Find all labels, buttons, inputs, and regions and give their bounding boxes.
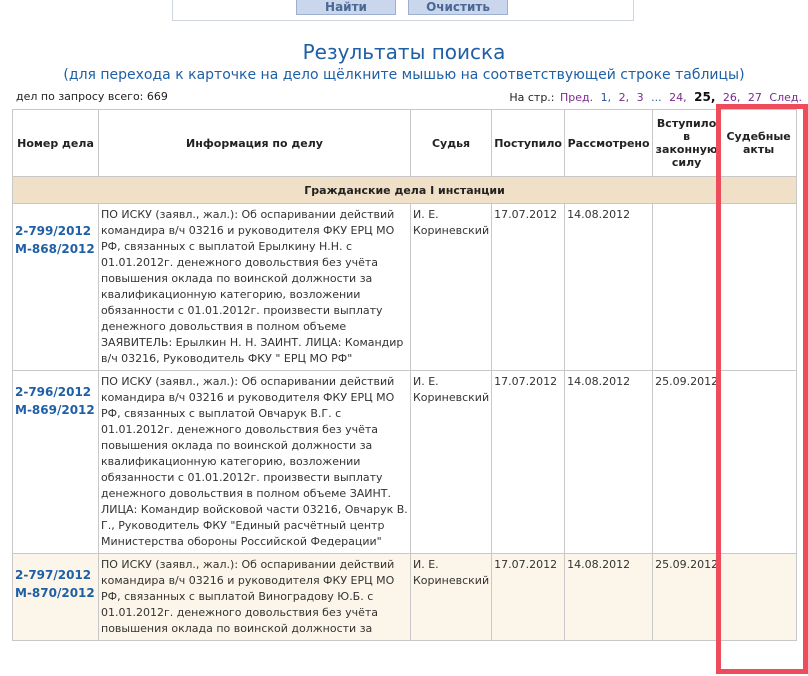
table-header-row: Номер дела Информация по делу Судья Пост…	[12, 109, 798, 177]
find-button[interactable]: Найти	[296, 0, 396, 15]
page-subtitle: (для перехода к карточке на дело щёлкнит…	[63, 67, 745, 83]
col-header-reviewed: Рассмотрено	[564, 109, 654, 177]
pager-prev-link[interactable]: Пред.	[560, 91, 593, 104]
pager-page-26[interactable]: 26,	[723, 91, 741, 104]
case-number-link[interactable]: 2-797/2012	[15, 566, 96, 584]
received-cell: 17.07.2012	[491, 203, 566, 371]
judge-cell: И. Е. Кориневский	[409, 553, 493, 641]
pager-ellipsis: ...	[651, 91, 662, 104]
reviewed-cell: 14.08.2012	[564, 553, 654, 641]
group-header-row: Гражданские дела I инстанции	[11, 176, 798, 204]
in-force-cell: 25.09.2012	[652, 553, 722, 641]
case-info-cell: ПО ИСКУ (заявл., жал.): Об оспаривании д…	[98, 203, 411, 371]
highlight-annotation-box	[716, 104, 808, 674]
pager-page-2[interactable]: 2,	[619, 91, 630, 104]
clear-button[interactable]: Очистить	[408, 0, 508, 15]
page-title: Результаты поиска	[302, 40, 506, 64]
case-number-link[interactable]: 2-799/2012	[15, 222, 96, 240]
table-row[interactable]: 2-796/2012 М-869/2012 ПО ИСКУ (заявл., ж…	[12, 370, 798, 554]
received-cell: 17.07.2012	[491, 553, 566, 641]
in-force-cell: 25.09.2012	[652, 370, 722, 554]
case-material-link[interactable]: М-870/2012	[15, 584, 96, 602]
pager-next-link[interactable]: След.	[769, 91, 802, 104]
search-form-panel	[172, 0, 634, 21]
col-header-judge: Судья	[409, 109, 493, 177]
results-table: Номер дела Информация по делу Судья Пост…	[11, 109, 798, 641]
col-header-in-force: Вступило в законную силу	[652, 109, 722, 177]
judge-cell: И. Е. Кориневский	[409, 370, 493, 554]
pager-page-3[interactable]: 3	[637, 91, 644, 104]
results-count: дел по запросу всего: 669	[16, 90, 168, 103]
col-header-number: Номер дела	[12, 109, 99, 177]
table-row[interactable]: 2-797/2012 М-870/2012 ПО ИСКУ (заявл., ж…	[12, 553, 798, 641]
pager-page-27[interactable]: 27	[748, 91, 762, 104]
received-cell: 17.07.2012	[491, 370, 566, 554]
judge-cell: И. Е. Кориневский	[409, 203, 493, 371]
table-row[interactable]: 2-799/2012 М-868/2012 ПО ИСКУ (заявл., ж…	[12, 203, 798, 371]
pager-page-1[interactable]: 1,	[601, 91, 612, 104]
case-info-cell: ПО ИСКУ (заявл., жал.): Об оспаривании д…	[98, 553, 411, 641]
case-number-cell: 2-799/2012 М-868/2012	[12, 203, 99, 371]
pager-current-page: 25,	[694, 90, 716, 104]
pager-label: На стр.:	[509, 91, 555, 104]
pagination: На стр.: Пред. 1, 2, 3 ... 24, 25, 26, 2…	[509, 90, 804, 104]
col-header-received: Поступило	[491, 109, 566, 177]
case-number-cell: 2-797/2012 М-870/2012	[12, 553, 99, 641]
case-material-link[interactable]: М-868/2012	[15, 240, 96, 258]
case-number-link[interactable]: 2-796/2012	[15, 383, 96, 401]
case-number-cell: 2-796/2012 М-869/2012	[12, 370, 99, 554]
in-force-cell	[652, 203, 722, 371]
reviewed-cell: 14.08.2012	[564, 370, 654, 554]
case-info-cell: ПО ИСКУ (заявл., жал.): Об оспаривании д…	[98, 370, 411, 554]
col-header-info: Информация по делу	[98, 109, 411, 177]
reviewed-cell: 14.08.2012	[564, 203, 654, 371]
case-material-link[interactable]: М-869/2012	[15, 401, 96, 419]
group-title: Гражданские дела I инстанции	[11, 176, 798, 204]
pager-page-24[interactable]: 24,	[669, 91, 687, 104]
